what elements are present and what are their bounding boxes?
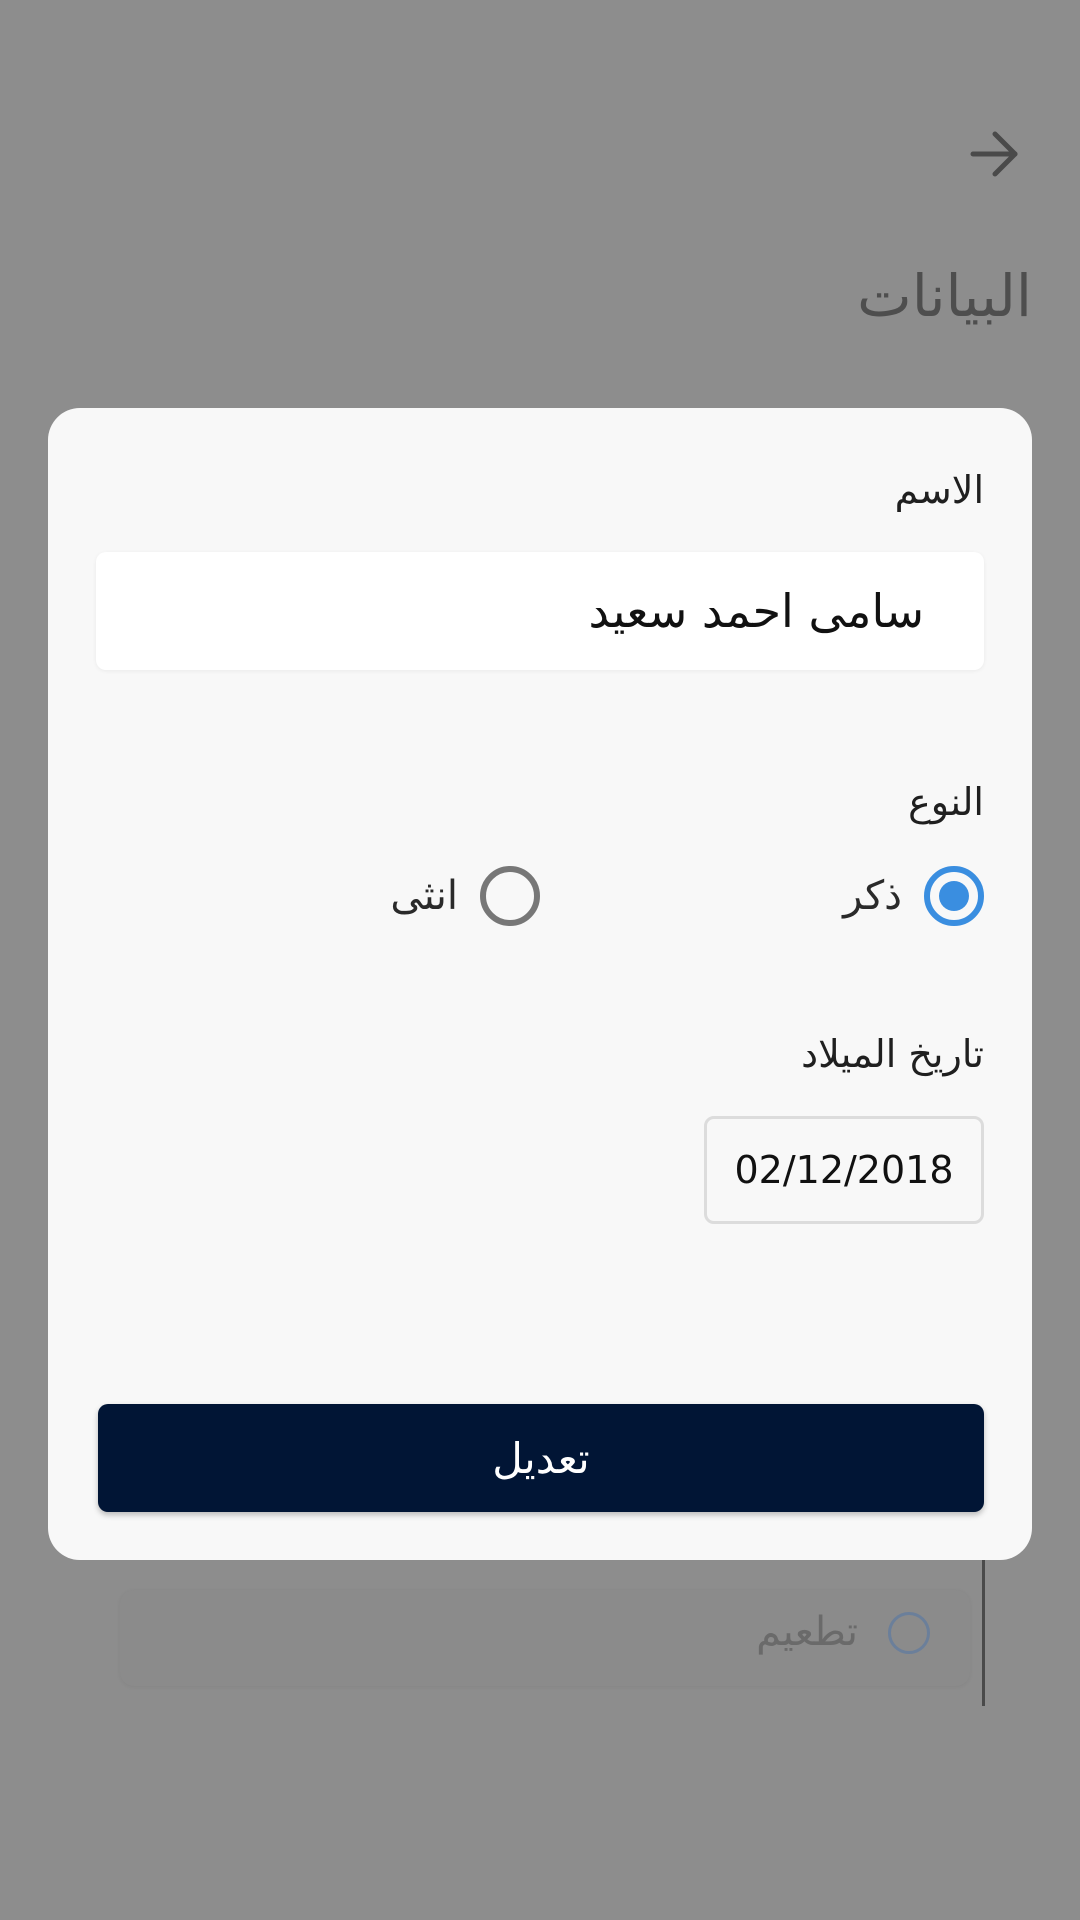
gender-option-label: ذكر (843, 873, 902, 919)
vaccination-radio[interactable] (888, 1612, 930, 1654)
radio-checked-icon[interactable] (924, 866, 984, 926)
name-field[interactable]: سامى احمد سعيد (96, 552, 984, 670)
gender-option-label: انثى (390, 873, 458, 919)
gender-option-female[interactable]: انثى (390, 864, 540, 928)
edit-button[interactable]: تعديل (98, 1404, 984, 1512)
name-value: سامى احمد سعيد (588, 584, 925, 638)
edit-button-label: تعديل (492, 1433, 590, 1483)
birthdate-label: تاريخ الميلاد (801, 1032, 984, 1076)
gender-option-male[interactable]: ذكر (843, 864, 984, 928)
page-title: البيانات (857, 262, 1032, 330)
name-label: الاسم (894, 468, 984, 512)
birthdate-value: 02/12/2018 (734, 1148, 954, 1192)
gender-label: النوع (908, 780, 984, 824)
radio-unchecked-icon[interactable] (480, 866, 540, 926)
vaccination-label: تطعيم (756, 1609, 858, 1655)
birthdate-field[interactable]: 02/12/2018 (704, 1116, 984, 1224)
divider (982, 1556, 985, 1706)
edit-profile-dialog: الاسم سامى احمد سعيد النوع ذكر انثى تاري… (48, 408, 1032, 1560)
arrow-right-icon[interactable] (967, 126, 1023, 182)
